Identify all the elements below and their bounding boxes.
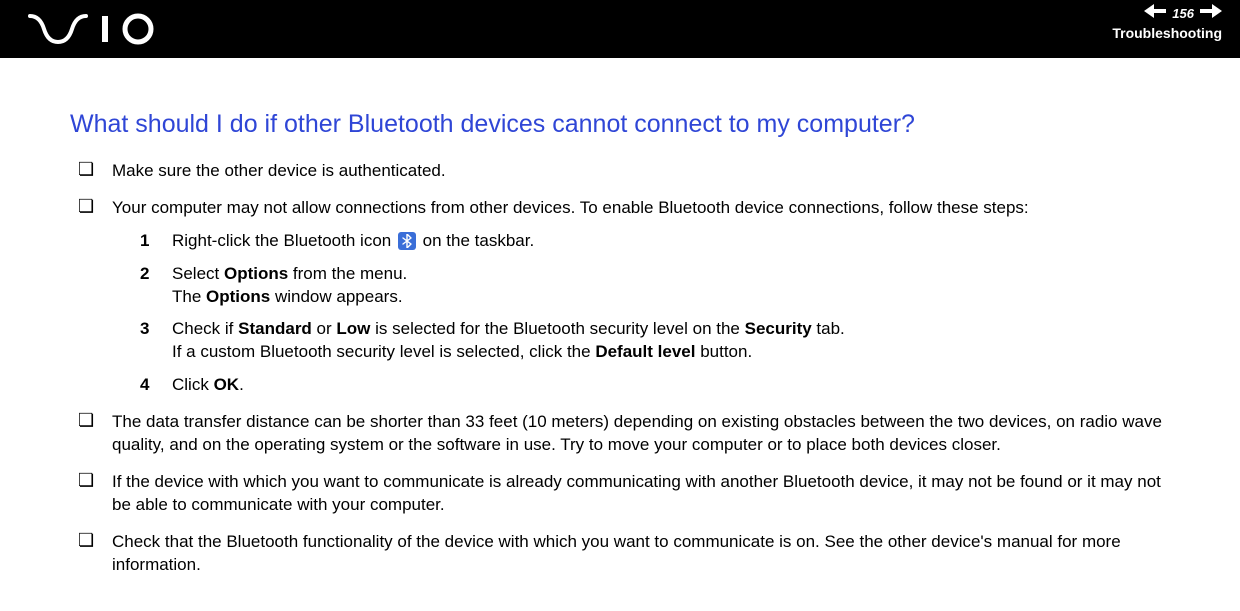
step-number: 2 xyxy=(140,263,149,286)
step-text: from the menu. xyxy=(288,264,407,283)
step-text: . xyxy=(239,375,244,394)
section-label: Troubleshooting xyxy=(1112,25,1222,41)
step-text: Click xyxy=(172,375,214,394)
header-bar: 156 Troubleshooting xyxy=(0,0,1240,58)
ui-term: Default level xyxy=(595,342,695,361)
bullet-text: If the device with which you want to com… xyxy=(112,472,1161,514)
list-item: If the device with which you want to com… xyxy=(70,471,1170,517)
step-text: If a custom Bluetooth security level is … xyxy=(172,342,595,361)
bullet-text: Make sure the other device is authentica… xyxy=(112,161,446,180)
step-item: 4 Click OK. xyxy=(112,374,1170,397)
vaio-logo xyxy=(28,12,168,51)
page-number: 156 xyxy=(1172,6,1194,21)
content-area: What should I do if other Bluetooth devi… xyxy=(0,58,1240,611)
step-text: Right-click the Bluetooth icon xyxy=(172,231,396,250)
step-text: is selected for the Bluetooth security l… xyxy=(370,319,744,338)
page-heading: What should I do if other Bluetooth devi… xyxy=(70,108,1170,142)
step-text: The xyxy=(172,287,206,306)
step-text: window appears. xyxy=(270,287,402,306)
step-text: Select xyxy=(172,264,224,283)
step-item: 1 Right-click the Bluetooth icon on the … xyxy=(112,230,1170,253)
step-number: 4 xyxy=(140,374,149,397)
ui-term: Security xyxy=(745,319,812,338)
prev-page-arrow-icon[interactable] xyxy=(1144,4,1166,23)
ui-term: OK xyxy=(214,375,240,394)
bluetooth-icon xyxy=(398,232,416,250)
ui-term: Low xyxy=(336,319,370,338)
step-number: 1 xyxy=(140,230,149,253)
bullet-list: Make sure the other device is authentica… xyxy=(70,160,1170,577)
step-text: tab. xyxy=(812,319,845,338)
next-page-arrow-icon[interactable] xyxy=(1200,4,1222,23)
list-item: Your computer may not allow connections … xyxy=(70,197,1170,398)
list-item: Make sure the other device is authentica… xyxy=(70,160,1170,183)
bullet-text: Your computer may not allow connections … xyxy=(112,198,1029,217)
step-text: Check if xyxy=(172,319,238,338)
step-text: or xyxy=(312,319,337,338)
step-item: 3 Check if Standard or Low is selected f… xyxy=(112,318,1170,364)
bullet-text: Check that the Bluetooth functionality o… xyxy=(112,532,1121,574)
list-item: Check that the Bluetooth functionality o… xyxy=(70,531,1170,577)
step-item: 2 Select Options from the menu. The Opti… xyxy=(112,263,1170,309)
step-number: 3 xyxy=(140,318,149,341)
step-text: on the taskbar. xyxy=(418,231,534,250)
ui-term: Standard xyxy=(238,319,312,338)
step-text: button. xyxy=(695,342,752,361)
ui-term: Options xyxy=(206,287,270,306)
page-nav: 156 xyxy=(1112,4,1222,23)
bullet-text: The data transfer distance can be shorte… xyxy=(112,412,1162,454)
ui-term: Options xyxy=(224,264,288,283)
steps-list: 1 Right-click the Bluetooth icon on the … xyxy=(112,230,1170,398)
list-item: The data transfer distance can be shorte… xyxy=(70,411,1170,457)
header-right: 156 Troubleshooting xyxy=(1112,4,1222,41)
